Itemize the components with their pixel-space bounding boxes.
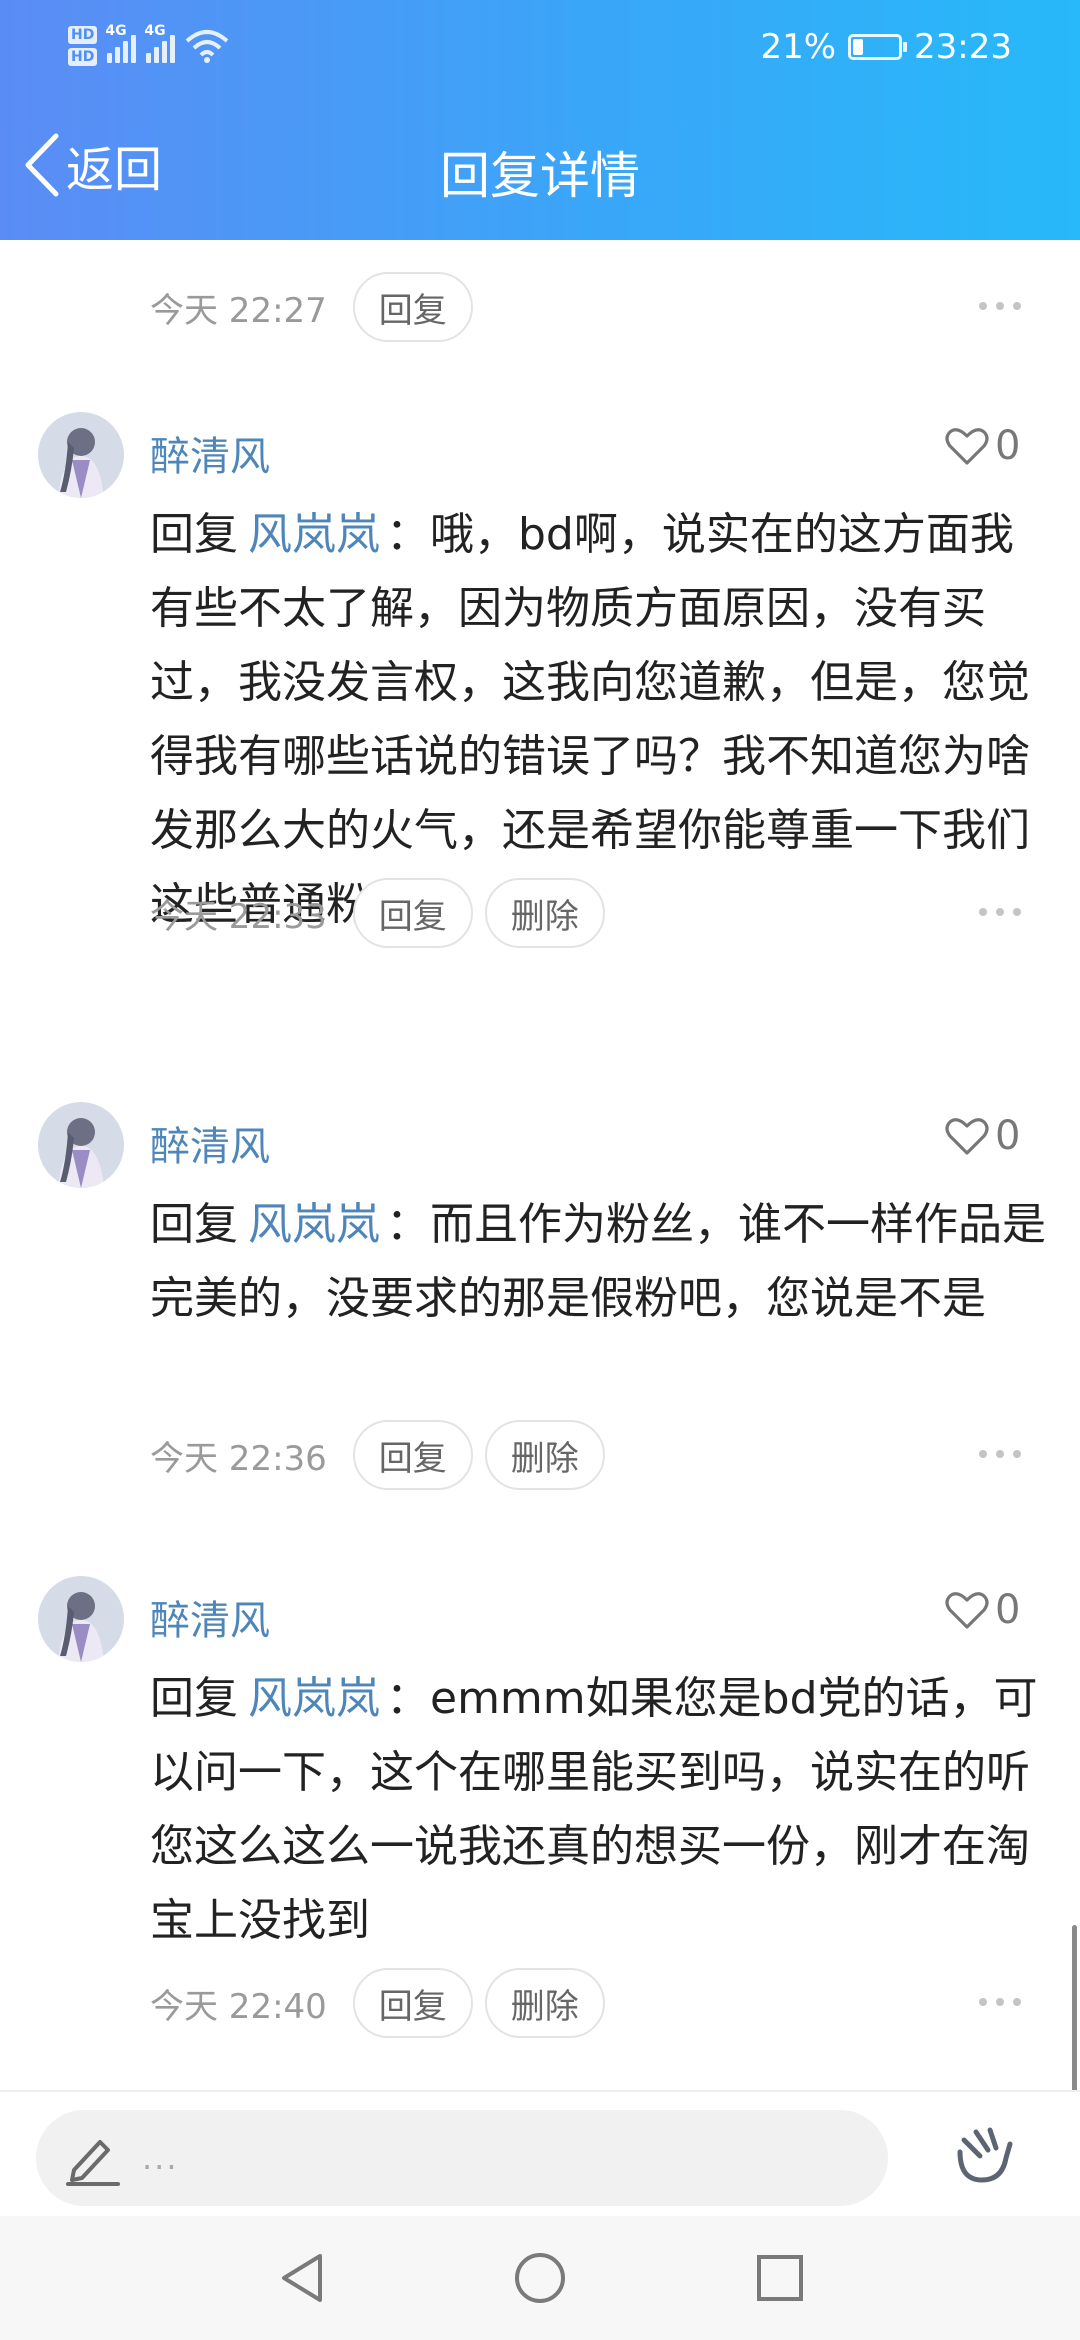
- page-title: 回复详情: [440, 147, 640, 205]
- commenter-name[interactable]: 醉清风: [150, 1588, 270, 1646]
- gift-icon: [957, 2127, 1013, 2183]
- avatar[interactable]: [38, 1576, 124, 1662]
- like-button[interactable]: 0: [945, 1106, 1020, 1166]
- like-count: 0: [995, 1587, 1021, 1633]
- avatar[interactable]: [38, 1102, 124, 1188]
- home-nav-button[interactable]: [508, 2246, 572, 2310]
- commenter-name[interactable]: 醉清风: [150, 1114, 270, 1172]
- reply-to-user[interactable]: 风岚岚: [248, 509, 380, 560]
- circle-home-icon: [515, 2253, 565, 2303]
- commenter-name[interactable]: 醉清风: [150, 424, 270, 482]
- pencil-icon: [66, 2140, 120, 2186]
- reply-to-user[interactable]: 风岚岚: [248, 1199, 380, 1250]
- like-count: 0: [995, 423, 1021, 469]
- reply-button[interactable]: 回复: [352, 1420, 473, 1490]
- reply-list: 今天 22:27 回复 醉清风 0 回复 风岚岚 ：哦，bd啊，说实在的这方面我有些…: [0, 240, 1080, 2090]
- nav-bar: 返回 回复详情: [0, 110, 1080, 220]
- hd-indicators: HD HD: [68, 26, 98, 66]
- comment-text: 回复 风岚岚 ：哦，bd啊，说实在的这方面我有些不太了解，因为物质方面原因，没有买过…: [150, 498, 1050, 942]
- reply-input-placeholder: ...: [142, 2139, 179, 2177]
- delete-button[interactable]: 删除: [484, 1420, 605, 1490]
- comment-content: ：哦，bd啊，说实在的这方面我有些不太了解，因为物质方面原因，没有买过，我没发言…: [150, 509, 1030, 930]
- app-header: HD HD 4G 4G 21% 23:23 返回 回复详情: [0, 0, 1080, 240]
- reply-button[interactable]: 回复: [352, 1968, 473, 2038]
- comment-meta-partial: 今天 22:27 回复: [150, 272, 1030, 342]
- network-type-1: 4G: [105, 23, 127, 39]
- battery-fill: [853, 39, 864, 55]
- comment-text: 回复 风岚岚 ：而且作为粉丝，谁不一样作品是完美的，没要求的那是假粉吧，您说是不是: [150, 1188, 1050, 1336]
- delete-button[interactable]: 删除: [484, 878, 605, 948]
- comment-time: 今天 22:33: [150, 896, 327, 937]
- more-options-icon[interactable]: [970, 1984, 1030, 2020]
- reply-to-user[interactable]: 风岚岚: [248, 1673, 380, 1724]
- gift-button[interactable]: [950, 2120, 1016, 2190]
- comment-item: 醉清风 0 回复 风岚岚 ：emmm如果您是bd党的话，可以问一下，这个在哪里能买到…: [0, 1576, 1080, 2056]
- comment-time: 今天 22:36: [150, 1438, 327, 1479]
- comment-meta: 今天 22:36 回复 删除: [150, 1420, 1030, 1490]
- comment-item: 醉清风 0 回复 风岚岚 ：而且作为粉丝，谁不一样作品是完美的，没要求的那是假粉吧，…: [0, 1102, 1080, 1502]
- comment-text: 回复 风岚岚 ：emmm如果您是bd党的话，可以问一下，这个在哪里能买到吗，说实在的…: [150, 1662, 1050, 1958]
- status-bar: HD HD 4G 4G 21% 23:23: [0, 0, 1080, 95]
- reply-input-bar: ...: [0, 2090, 1080, 2216]
- reply-input[interactable]: ...: [36, 2110, 888, 2206]
- avatar[interactable]: [38, 412, 124, 498]
- network-type-2: 4G: [144, 23, 166, 39]
- comment-meta: 今天 22:33 回复 删除: [150, 878, 1030, 948]
- heart-icon: [945, 1592, 989, 1629]
- reply-prefix: 回复: [150, 1673, 238, 1724]
- clock: 23:23: [914, 27, 1012, 67]
- like-button[interactable]: 0: [945, 416, 1020, 476]
- hd-badge-2: HD: [68, 48, 98, 66]
- battery-icon: [848, 34, 908, 60]
- more-options-icon[interactable]: [970, 288, 1030, 324]
- square-recents-icon: [757, 2255, 803, 2301]
- delete-button[interactable]: 删除: [484, 1968, 605, 2038]
- more-options-icon[interactable]: [970, 1436, 1030, 1472]
- comment-time: 今天 22:40: [150, 1986, 327, 2027]
- recents-nav-button[interactable]: [748, 2246, 812, 2310]
- like-button[interactable]: 0: [945, 1580, 1020, 1640]
- reply-prefix: 回复: [150, 509, 238, 560]
- status-right: 21% 23:23: [760, 20, 1012, 74]
- battery-percent: 21%: [760, 27, 837, 67]
- reply-button[interactable]: 回复: [352, 878, 473, 948]
- status-left: HD HD 4G 4G: [68, 14, 229, 78]
- like-count: 0: [995, 1113, 1021, 1159]
- system-nav-bar: [0, 2216, 1080, 2340]
- heart-icon: [945, 1118, 989, 1155]
- signal-icon-1: 4G: [105, 23, 137, 63]
- comment-item: 醉清风 0 回复 风岚岚 ：哦，bd啊，说实在的这方面我有些不太了解，因为物质方面原…: [0, 412, 1080, 972]
- hd-badge-1: HD: [68, 26, 98, 44]
- back-nav-button[interactable]: [270, 2246, 334, 2310]
- triangle-back-icon: [282, 2254, 322, 2302]
- reply-prefix: 回复: [150, 1199, 238, 1250]
- heart-icon: [945, 428, 989, 465]
- reply-button[interactable]: 回复: [352, 272, 473, 342]
- comment-time: 今天 22:27: [150, 290, 327, 331]
- signal-icon-2: 4G: [144, 23, 176, 63]
- comment-meta: 今天 22:40 回复 删除: [150, 1968, 1030, 2038]
- more-options-icon[interactable]: [970, 894, 1030, 930]
- wifi-icon: [186, 30, 229, 63]
